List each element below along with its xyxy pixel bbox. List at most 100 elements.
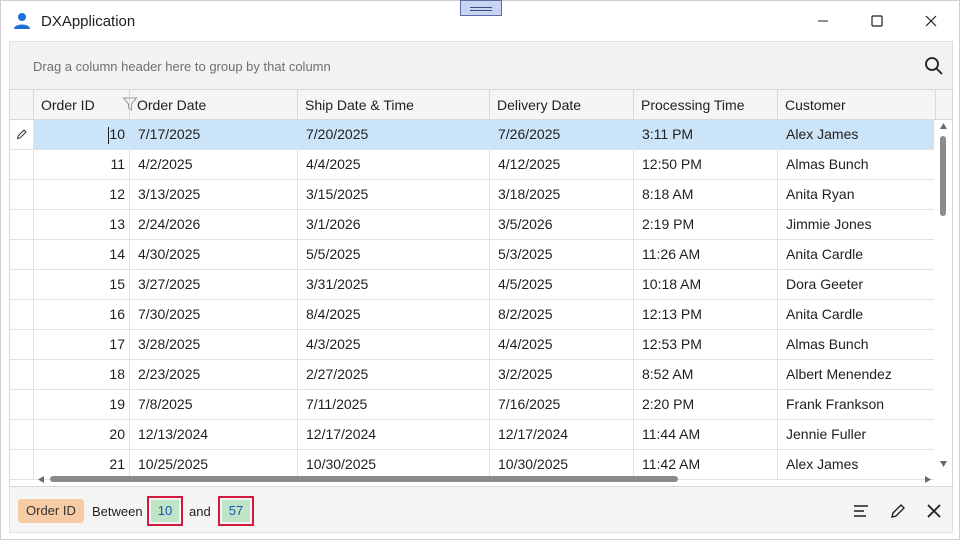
ship-date-cell[interactable]: 7/11/2025 [298,390,490,419]
filter-value-to[interactable]: 57 [218,496,254,526]
order-date-cell[interactable]: 7/17/2025 [130,120,298,149]
table-row[interactable]: 20 12/13/2024 12/17/2024 12/17/2024 11:44 AM… [10,420,934,450]
delivery-date-cell[interactable]: 3/18/2025 [490,180,634,209]
order-date-cell[interactable]: 12/13/2024 [130,420,298,449]
table-row[interactable]: 17 3/28/2025 4/3/2025 4/4/2025 12:53 PM Almas… [10,330,934,360]
ship-date-cell[interactable]: 2/27/2025 [298,360,490,389]
filter-editor-button[interactable] [849,499,873,523]
column-header-order-id[interactable]: Order ID [34,90,138,120]
table-row[interactable]: 15 3/27/2025 3/31/2025 4/5/2025 10:18 AM Dora… [10,270,934,300]
row-indicator[interactable] [10,180,34,209]
order-id-cell[interactable]: 11 [34,150,130,179]
row-indicator[interactable] [10,450,34,479]
ship-date-cell[interactable]: 3/15/2025 [298,180,490,209]
customer-cell[interactable]: Anita Cardle [778,300,934,329]
close-button[interactable] [911,5,951,37]
minimize-button[interactable] [803,5,843,37]
horizontal-scroll-thumb[interactable] [50,476,678,482]
column-header-processing-time[interactable]: Processing Time [634,90,778,120]
drag-grip[interactable] [460,0,502,16]
ship-date-cell[interactable]: 3/1/2026 [298,210,490,239]
order-date-cell[interactable]: 3/27/2025 [130,270,298,299]
ship-date-cell[interactable]: 4/3/2025 [298,330,490,359]
maximize-button[interactable] [857,5,897,37]
processing-time-cell[interactable]: 8:52 AM [634,360,778,389]
scroll-up-icon[interactable] [939,122,948,130]
row-indicator[interactable] [10,150,34,179]
processing-time-cell[interactable]: 11:44 AM [634,420,778,449]
vertical-scrollbar[interactable] [936,120,952,470]
vertical-scroll-thumb[interactable] [940,136,946,216]
table-row[interactable]: 13 2/24/2026 3/1/2026 3/5/2026 2:19 PM Jimmie… [10,210,934,240]
table-row[interactable]: 16 7/30/2025 8/4/2025 8/2/2025 12:13 PM Anita… [10,300,934,330]
order-id-cell[interactable]: 18 [34,360,130,389]
row-indicator[interactable] [10,240,34,269]
title-bar[interactable]: DXApplication [1,0,959,41]
delivery-date-cell[interactable]: 3/2/2025 [490,360,634,389]
customer-cell[interactable]: Anita Ryan [778,180,934,209]
column-header-ship-date[interactable]: Ship Date & Time [298,90,490,120]
table-row[interactable]: 18 2/23/2025 2/27/2025 3/2/2025 8:52 AM Alber… [10,360,934,390]
delivery-date-cell[interactable]: 7/26/2025 [490,120,634,149]
table-row[interactable]: 14 4/30/2025 5/5/2025 5/3/2025 11:26 AM Anita… [10,240,934,270]
column-header-customer[interactable]: Customer [778,90,936,120]
order-date-cell[interactable]: 2/24/2026 [130,210,298,239]
row-indicator[interactable] [10,420,34,449]
customer-cell[interactable]: Alex James [778,120,934,149]
ship-date-cell[interactable]: 4/4/2025 [298,150,490,179]
scroll-left-icon[interactable] [37,475,45,484]
order-id-cell[interactable]: 15 [34,270,130,299]
order-date-cell[interactable]: 3/13/2025 [130,180,298,209]
ship-date-cell[interactable]: 5/5/2025 [298,240,490,269]
delivery-date-cell[interactable]: 8/2/2025 [490,300,634,329]
order-id-cell[interactable]: 19 [34,390,130,419]
delivery-date-cell[interactable]: 4/12/2025 [490,150,634,179]
ship-date-cell[interactable]: 12/17/2024 [298,420,490,449]
delivery-date-cell[interactable]: 4/4/2025 [490,330,634,359]
order-id-cell[interactable]: 20 [34,420,130,449]
customer-cell[interactable]: Jimmie Jones [778,210,934,239]
customer-cell[interactable]: Almas Bunch [778,330,934,359]
ship-date-cell[interactable]: 7/20/2025 [298,120,490,149]
customer-cell[interactable]: Dora Geeter [778,270,934,299]
order-id-cell[interactable]: 13 [34,210,130,239]
filter-value-from[interactable]: 10 [147,496,183,526]
order-date-cell[interactable]: 4/30/2025 [130,240,298,269]
delivery-date-cell[interactable]: 3/5/2026 [490,210,634,239]
order-id-cell[interactable]: 17 [34,330,130,359]
filter-field-chip[interactable]: Order ID [18,499,84,523]
processing-time-cell[interactable]: 12:50 PM [634,150,778,179]
order-date-cell[interactable]: 4/2/2025 [130,150,298,179]
ship-date-cell[interactable]: 8/4/2025 [298,300,490,329]
ship-date-cell[interactable]: 3/31/2025 [298,270,490,299]
clear-filter-button[interactable] [922,499,946,523]
order-id-cell[interactable]: 10 [34,120,130,149]
processing-time-cell[interactable]: 11:26 AM [634,240,778,269]
column-header-order-date[interactable]: Order Date [130,90,298,120]
table-row[interactable]: 19 7/8/2025 7/11/2025 7/16/2025 2:20 PM Frank… [10,390,934,420]
processing-time-cell[interactable]: 10:18 AM [634,270,778,299]
table-row[interactable]: 12 3/13/2025 3/15/2025 3/18/2025 8:18 AM Anit… [10,180,934,210]
search-icon[interactable] [924,56,944,76]
row-indicator[interactable] [10,330,34,359]
customer-cell[interactable]: Albert Menendez [778,360,934,389]
order-date-cell[interactable]: 7/8/2025 [130,390,298,419]
delivery-date-cell[interactable]: 4/5/2025 [490,270,634,299]
row-indicator[interactable] [10,270,34,299]
processing-time-cell[interactable]: 2:19 PM [634,210,778,239]
order-date-cell[interactable]: 3/28/2025 [130,330,298,359]
customer-cell[interactable]: Jennie Fuller [778,420,934,449]
order-id-cell[interactable]: 16 [34,300,130,329]
table-row[interactable]: 11 4/2/2025 4/4/2025 4/12/2025 12:50 PM Almas… [10,150,934,180]
customer-cell[interactable]: Anita Cardle [778,240,934,269]
order-date-cell[interactable]: 2/23/2025 [130,360,298,389]
scroll-down-icon[interactable] [939,460,948,468]
column-header-delivery-date[interactable]: Delivery Date [490,90,634,120]
order-id-cell[interactable]: 12 [34,180,130,209]
customer-cell[interactable]: Frank Frankson [778,390,934,419]
processing-time-cell[interactable]: 2:20 PM [634,390,778,419]
horizontal-scrollbar[interactable] [34,472,934,486]
filter-operator[interactable]: Between [92,504,143,519]
processing-time-cell[interactable]: 12:13 PM [634,300,778,329]
delivery-date-cell[interactable]: 5/3/2025 [490,240,634,269]
